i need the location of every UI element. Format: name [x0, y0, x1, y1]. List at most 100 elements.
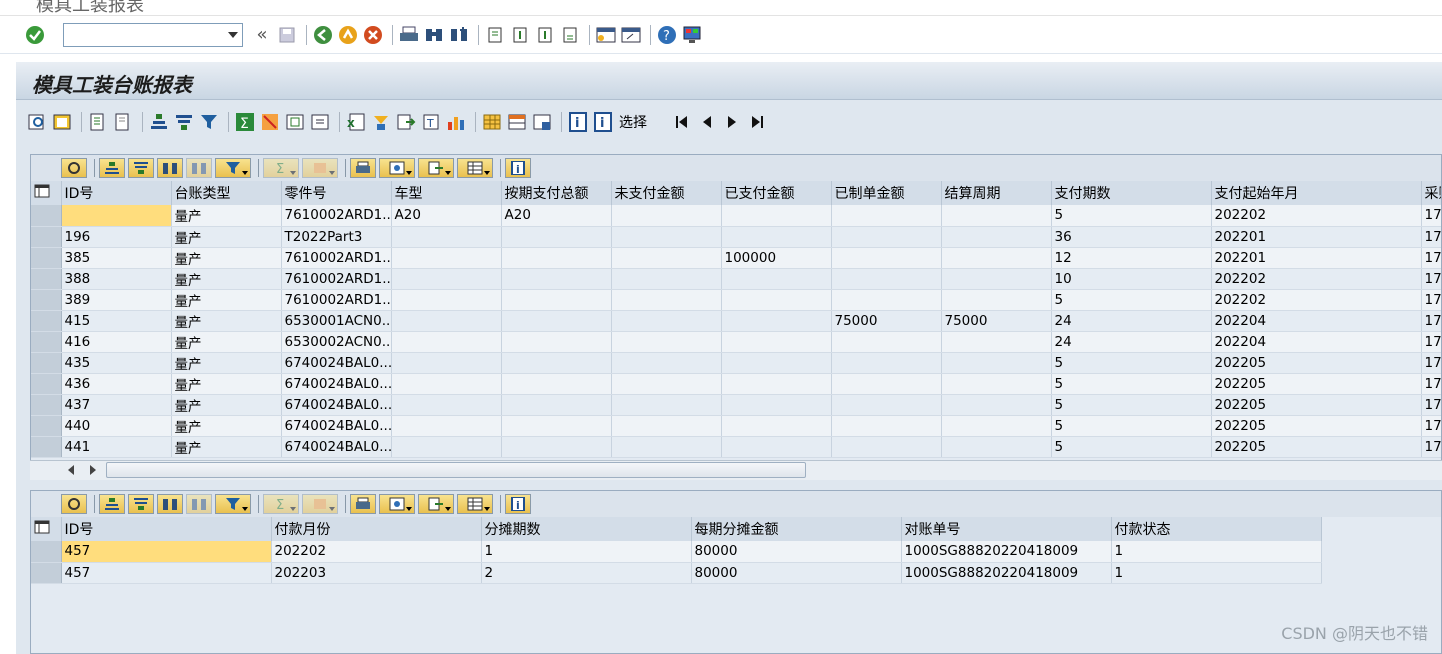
table-cell[interactable] [391, 331, 502, 353]
subtotal-icon[interactable] [302, 158, 338, 178]
table-cell[interactable]: 202204 [1211, 331, 1422, 353]
total-icon[interactable]: Σ [234, 111, 256, 133]
table-cell[interactable] [941, 205, 1052, 227]
table-cell[interactable] [721, 415, 832, 437]
select-layout-icon[interactable] [506, 111, 528, 133]
table-cell[interactable]: 202205 [1211, 415, 1422, 437]
table-cell[interactable] [501, 310, 612, 332]
table-cell[interactable]: 量产 [171, 436, 282, 458]
scroll-left-icon[interactable] [68, 465, 74, 475]
table-cell[interactable]: 389 [61, 289, 172, 311]
table-cell[interactable] [831, 415, 942, 437]
table-cell[interactable] [391, 289, 502, 311]
table-row[interactable]: 437量产6740024BAL0... 5202205170 [31, 394, 1441, 416]
print-icon[interactable] [350, 158, 376, 178]
column-header[interactable]: 采购 [1421, 181, 1441, 205]
table-cell[interactable] [501, 415, 612, 437]
row-selector[interactable] [31, 352, 62, 374]
table-cell[interactable]: 202203 [271, 562, 482, 584]
table-cell[interactable]: 170 [1421, 394, 1441, 416]
table-row[interactable]: 457 202202 1 80000 1000SG88820220418009 1 [31, 541, 1322, 563]
table-cell[interactable]: 170 [1421, 310, 1441, 332]
table-cell[interactable] [831, 331, 942, 353]
command-field[interactable] [63, 22, 243, 47]
find-icon[interactable] [157, 494, 183, 514]
table-cell[interactable] [721, 373, 832, 395]
last-record-icon[interactable] [746, 111, 768, 133]
filter-icon[interactable] [215, 158, 251, 178]
previous-page-icon[interactable] [509, 24, 531, 46]
spreadsheet-icon[interactable] [309, 111, 331, 133]
table-cell[interactable]: 6740024BAL0... [281, 352, 392, 374]
table-cell[interactable] [941, 436, 1052, 458]
table-cell[interactable]: 6740024BAL0... [281, 415, 392, 437]
table-row[interactable]: 389量产7610002ARD1... 5202202170 [31, 289, 1441, 311]
table-cell[interactable] [391, 268, 502, 290]
row-selector[interactable] [31, 415, 62, 437]
sort-ascending-icon[interactable] [99, 158, 125, 178]
table-cell[interactable]: 量产 [171, 226, 282, 248]
column-header[interactable]: ID号 [61, 181, 172, 205]
table-cell[interactable]: 1 [481, 541, 692, 563]
table-cell[interactable] [501, 226, 612, 248]
table-cell[interactable]: 170 [1421, 352, 1441, 374]
table-cell[interactable]: 388 [61, 268, 172, 290]
table-cell[interactable]: 170 [1421, 226, 1441, 248]
table-cell[interactable]: 量产 [171, 247, 282, 269]
column-header[interactable]: 未支付金额 [611, 181, 722, 205]
table-cell[interactable] [611, 394, 722, 416]
table-cell[interactable]: 170 [1421, 247, 1441, 269]
layout-icon[interactable] [457, 158, 493, 178]
chevron-down-icon[interactable] [228, 31, 238, 38]
table-cell[interactable]: 457 [61, 562, 272, 584]
table-cell[interactable] [611, 373, 722, 395]
table-cell[interactable]: 202205 [1211, 436, 1422, 458]
table-row[interactable]: 385量产7610002ARD1... 100000 12202201170 [31, 247, 1441, 269]
table-cell[interactable]: 435 [61, 352, 172, 374]
table-cell[interactable]: 5 [1051, 289, 1212, 311]
table-cell[interactable]: 170 [1421, 205, 1441, 227]
layout-select-icon[interactable] [31, 517, 62, 541]
table-cell[interactable] [501, 247, 612, 269]
table-cell[interactable]: 24 [1051, 310, 1212, 332]
table-cell[interactable]: 202202 [1211, 205, 1422, 227]
table-row[interactable]: 388量产7610002ARD1... 10202202170 [31, 268, 1441, 290]
table-cell[interactable]: 6740024BAL0... [281, 394, 392, 416]
scrollbar-thumb[interactable] [106, 462, 806, 478]
table-cell[interactable]: 量产 [171, 394, 282, 416]
table-cell[interactable] [611, 268, 722, 290]
table-cell[interactable] [831, 436, 942, 458]
table-cell[interactable]: 2 [481, 562, 692, 584]
table-cell[interactable]: 5 [1051, 436, 1212, 458]
next-page-icon[interactable] [534, 24, 556, 46]
table-cell[interactable]: 量产 [171, 289, 282, 311]
column-header[interactable]: 台账类型 [171, 181, 282, 205]
column-header[interactable]: 结算周期 [941, 181, 1052, 205]
find-next-icon[interactable] [186, 494, 212, 514]
subtotal-icon[interactable] [259, 111, 281, 133]
table-cell[interactable]: 1000SG88820220418009 [901, 562, 1112, 584]
back-icon[interactable] [312, 24, 334, 46]
row-selector[interactable] [31, 562, 62, 584]
table-cell[interactable] [831, 247, 942, 269]
last-page-icon[interactable] [559, 24, 581, 46]
print-icon[interactable] [350, 494, 376, 514]
column-header[interactable]: 分摊期数 [481, 517, 692, 541]
table-cell[interactable]: 1 [1111, 541, 1322, 563]
column-header[interactable]: 对账单号 [901, 517, 1112, 541]
graphic-icon[interactable] [445, 111, 467, 133]
find-icon[interactable] [423, 24, 445, 46]
table-cell[interactable] [721, 436, 832, 458]
table-cell[interactable]: T2022Part3 [281, 226, 392, 248]
deselect-all-icon[interactable] [112, 111, 134, 133]
info-icon[interactable]: i [505, 158, 531, 178]
table-cell[interactable]: 5 [1051, 373, 1212, 395]
table-cell[interactable] [611, 436, 722, 458]
table-cell[interactable] [941, 247, 1052, 269]
table-cell[interactable]: 36 [1051, 226, 1212, 248]
table-row[interactable]: 457 202203 2 80000 1000SG88820220418009 1 [31, 562, 1322, 584]
table-cell[interactable]: 436 [61, 373, 172, 395]
row-selector[interactable] [31, 268, 62, 290]
table-cell[interactable] [721, 226, 832, 248]
table-cell[interactable]: 1 [1111, 562, 1322, 584]
